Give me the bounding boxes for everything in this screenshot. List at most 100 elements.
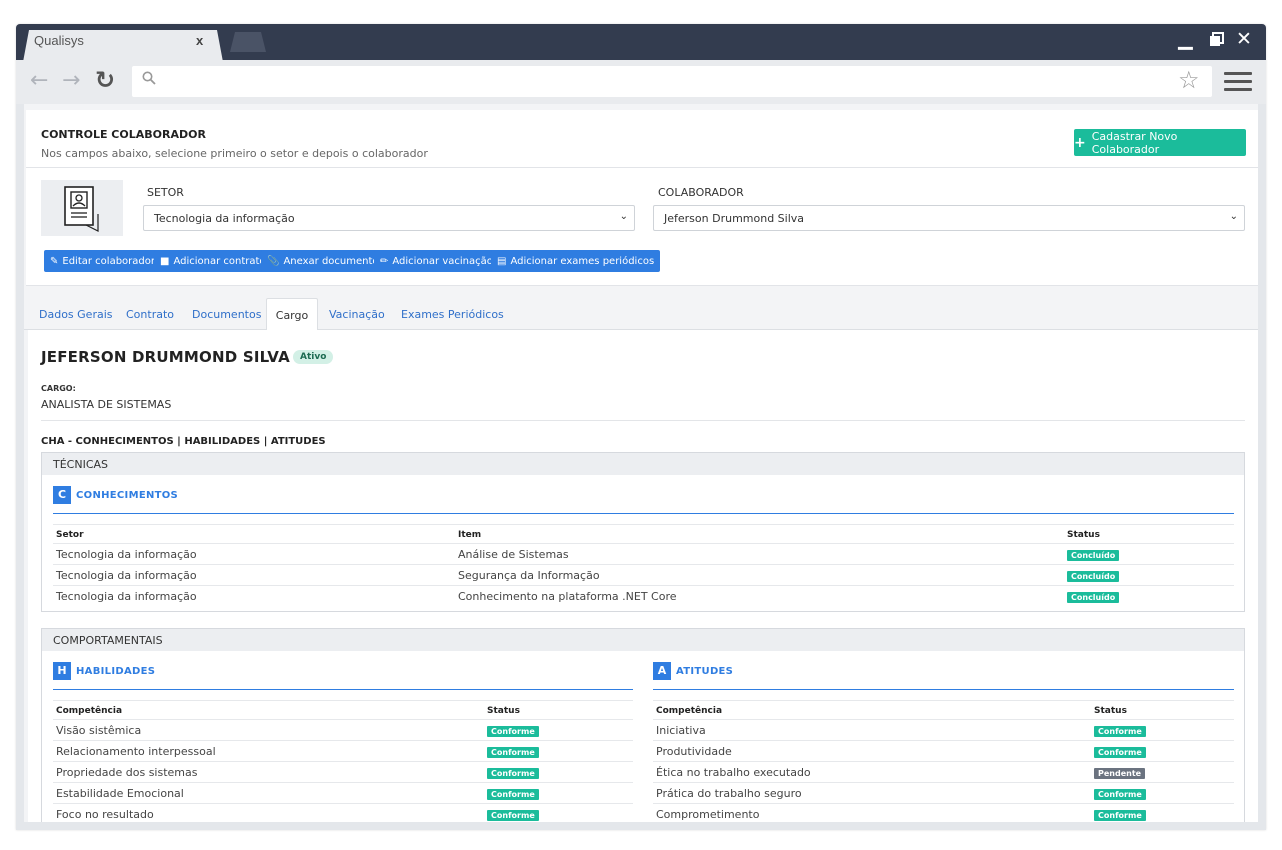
col-header-competencia: Competência bbox=[656, 706, 723, 716]
edit-employee-button[interactable]: ✎ Editar colaborador bbox=[44, 250, 161, 272]
table-divider bbox=[653, 761, 1234, 762]
back-arrow-icon[interactable]: ← bbox=[30, 68, 48, 93]
status-badge: Concluído bbox=[1067, 571, 1120, 582]
tab-bar: Dados Gerais Contrato Documentos Cargo V… bbox=[24, 298, 1258, 331]
paperclip-icon: 📎 bbox=[267, 255, 280, 267]
restore-icon[interactable] bbox=[1209, 31, 1225, 53]
page-title: CONTROLE COLABORADOR bbox=[41, 128, 206, 141]
add-contract-button[interactable]: ■ Adicionar contrato bbox=[154, 250, 272, 272]
table-cell-competencia: Relacionamento interpessoal bbox=[56, 745, 216, 758]
table-cell-item: Conhecimento na plataforma .NET Core bbox=[458, 590, 677, 603]
status-badge: Conforme bbox=[487, 768, 539, 779]
divider bbox=[41, 420, 1245, 421]
colaborador-select[interactable]: Jeferson Drummond Silva ⌄ bbox=[653, 205, 1245, 231]
window-bottom-edge bbox=[16, 822, 1266, 830]
minimize-icon[interactable]: ▁ bbox=[1178, 28, 1193, 50]
reload-icon[interactable]: ↻ bbox=[95, 66, 115, 94]
tab-vacinacao[interactable]: Vacinação bbox=[329, 308, 385, 321]
table-divider bbox=[53, 740, 633, 741]
table-cell-competencia: Ética no trabalho executado bbox=[656, 766, 811, 779]
table-divider bbox=[53, 564, 1234, 565]
table-divider bbox=[653, 700, 1234, 701]
bookmark-star-icon[interactable]: ☆ bbox=[1178, 66, 1200, 94]
cargo-panel: JEFERSON DRUMMOND SILVA Ativo CARGO: ANA… bbox=[28, 330, 1258, 830]
table-cell-setor: Tecnologia da informação bbox=[56, 569, 197, 582]
browser-menu-icon[interactable] bbox=[1224, 72, 1252, 96]
table-divider bbox=[53, 524, 1234, 525]
address-bar[interactable] bbox=[132, 66, 1212, 97]
chevron-down-icon: ⌄ bbox=[619, 211, 628, 222]
atitudes-letter: A bbox=[653, 662, 671, 680]
status-badge: Conforme bbox=[1094, 810, 1146, 821]
table-divider bbox=[53, 761, 633, 762]
col-header-setor: Setor bbox=[56, 530, 84, 540]
section-underline bbox=[653, 689, 1234, 690]
habilidades-header: H HABILIDADES bbox=[53, 662, 155, 680]
add-periodic-exams-label: Adicionar exames periódicos bbox=[510, 255, 655, 267]
browser-tab-title: Qualisys bbox=[34, 33, 84, 48]
status-badge: Ativo bbox=[293, 350, 334, 364]
new-employee-button[interactable]: + Cadastrar Novo Colaborador bbox=[1074, 129, 1246, 156]
employee-name: JEFERSON DRUMMOND SILVA bbox=[41, 348, 290, 366]
setor-label: SETOR bbox=[147, 186, 184, 199]
new-employee-label: Cadastrar Novo Colaborador bbox=[1091, 129, 1178, 156]
status-badge: Conforme bbox=[487, 747, 539, 758]
habilidades-title: HABILIDADES bbox=[76, 665, 156, 677]
edit-icon: ✎ bbox=[50, 255, 59, 267]
page-subtitle: Nos campos abaixo, selecione primeiro o … bbox=[41, 147, 428, 160]
new-tab-button[interactable] bbox=[230, 32, 266, 52]
table-cell-competencia: Visão sistêmica bbox=[56, 724, 142, 737]
close-window-icon[interactable]: ✕ bbox=[1236, 28, 1252, 50]
col-header-status: Status bbox=[487, 706, 520, 716]
browser-window: Qualisys x ▁ ✕ ← → ↻ ☆ CONTROLE COLABORA… bbox=[16, 24, 1266, 830]
tab-documentos[interactable]: Documentos bbox=[192, 308, 261, 321]
section-underline bbox=[53, 513, 1234, 514]
status-badge: Conforme bbox=[1094, 789, 1146, 800]
table-cell-competencia: Foco no resultado bbox=[56, 808, 154, 821]
table-divider bbox=[53, 782, 633, 783]
table-cell-competencia: Estabilidade Emocional bbox=[56, 787, 184, 800]
table-divider bbox=[53, 585, 1234, 586]
cargo-label: CARGO: bbox=[41, 384, 76, 393]
browser-titlebar: Qualisys x ▁ ✕ bbox=[16, 24, 1266, 62]
tab-dados-gerais[interactable]: Dados Gerais bbox=[39, 308, 113, 321]
table-cell-item: Segurança da Informação bbox=[458, 569, 600, 582]
setor-select[interactable]: Tecnologia da informação ⌄ bbox=[143, 205, 635, 231]
table-divider bbox=[53, 803, 633, 804]
colaborador-label: COLABORADOR bbox=[658, 186, 744, 199]
table-divider bbox=[653, 803, 1234, 804]
tab-exames-periodicos[interactable]: Exames Periódicos bbox=[401, 308, 504, 321]
add-contract-label: Adicionar contrato bbox=[173, 255, 266, 267]
cha-title: CHA - CONHECIMENTOS | HABILIDADES | ATIT… bbox=[41, 436, 326, 447]
chevron-down-icon: ⌄ bbox=[1229, 211, 1238, 222]
page-header: CONTROLE COLABORADOR Nos campos abaixo, … bbox=[26, 110, 1258, 168]
calendar-icon: ▤ bbox=[497, 255, 507, 267]
table-cell-item: Análise de Sistemas bbox=[458, 548, 569, 561]
forward-arrow-icon[interactable]: → bbox=[62, 68, 80, 93]
page-content: CONTROLE COLABORADOR Nos campos abaixo, … bbox=[24, 104, 1258, 830]
tab-contrato[interactable]: Contrato bbox=[126, 308, 174, 321]
conhecimentos-title: CONHECIMENTOS bbox=[76, 489, 179, 501]
cargo-value: ANALISTA DE SISTEMAS bbox=[41, 398, 172, 411]
tab-cargo[interactable]: Cargo bbox=[266, 298, 318, 331]
attach-document-button[interactable]: 📎 Anexar documento bbox=[261, 250, 385, 272]
colaborador-selected-value: Jeferson Drummond Silva bbox=[664, 212, 805, 225]
table-divider bbox=[653, 719, 1234, 720]
plus-icon: + bbox=[1074, 134, 1086, 151]
setor-selected-value: Tecnologia da informação bbox=[154, 212, 295, 225]
table-divider bbox=[653, 782, 1234, 783]
tecnicas-box: TÉCNICAS C CONHECIMENTOS Setor Item Stat… bbox=[41, 452, 1245, 612]
tab-close-button[interactable]: x bbox=[196, 33, 203, 48]
table-cell-setor: Tecnologia da informação bbox=[56, 590, 197, 603]
add-periodic-exams-button[interactable]: ▤ Adicionar exames periódicos bbox=[491, 250, 661, 272]
table-cell-competencia: Produtividade bbox=[656, 745, 732, 758]
comportamentais-title: COMPORTAMENTAIS bbox=[42, 629, 1244, 651]
employee-avatar bbox=[41, 180, 123, 236]
conhecimentos-header: C CONHECIMENTOS bbox=[53, 486, 178, 504]
add-vaccination-button[interactable]: ✏ Adicionar vacinação bbox=[374, 250, 499, 272]
id-document-icon bbox=[64, 186, 99, 232]
conhecimentos-letter: C bbox=[53, 486, 71, 504]
table-cell-competencia: Comprometimento bbox=[656, 808, 760, 821]
table-cell-competencia: Iniciativa bbox=[656, 724, 706, 737]
browser-toolbar: ← → ↻ ☆ bbox=[16, 60, 1266, 104]
